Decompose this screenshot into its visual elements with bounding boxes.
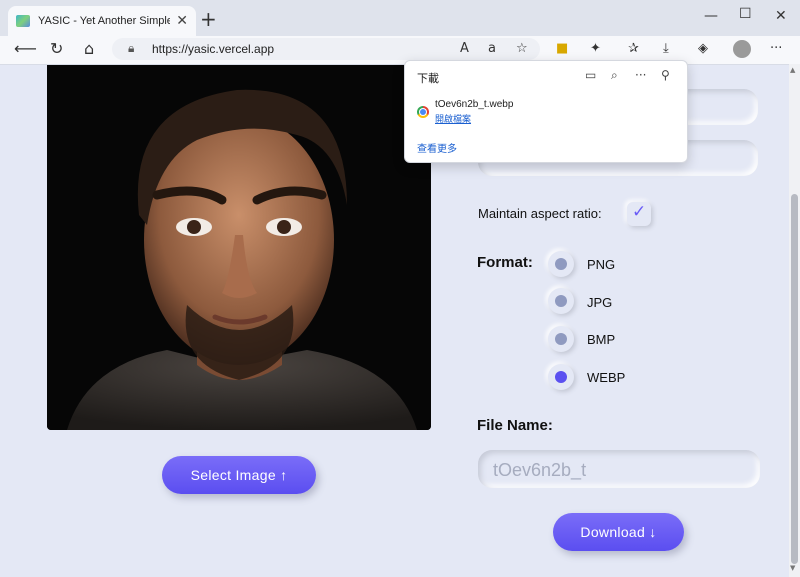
- open-file-link[interactable]: 開啟檔案: [435, 112, 471, 125]
- tab-title: YASIC - Yet Another Simple Imag: [38, 15, 171, 27]
- address-bar[interactable]: 🔒︎ https://yasic.vercel.app: [112, 38, 540, 60]
- see-more-link[interactable]: 查看更多: [417, 140, 457, 155]
- format-option-webp: WEBP: [587, 370, 626, 385]
- radio-dot: [555, 258, 567, 270]
- format-radio-png[interactable]: [548, 251, 574, 277]
- downloads-title: 下載: [417, 72, 439, 85]
- new-tab-button[interactable]: +: [200, 8, 217, 30]
- radio-dot: [555, 333, 567, 345]
- site-favicon-icon: [16, 15, 30, 27]
- format-option-jpg: JPG: [587, 295, 613, 310]
- open-folder-icon[interactable]: ▭: [585, 68, 596, 82]
- tab-close-icon[interactable]: ✕: [176, 13, 188, 29]
- radio-dot-selected: [555, 371, 567, 383]
- maximize-button[interactable]: ☐: [739, 6, 752, 22]
- format-label: Format:: [477, 254, 533, 271]
- format-option-png: PNG: [587, 257, 616, 272]
- portrait-image: [47, 65, 431, 430]
- format-radio-jpg[interactable]: [548, 288, 574, 314]
- more-menu-icon[interactable]: ···: [770, 41, 782, 56]
- format-radio-bmp[interactable]: [548, 326, 574, 352]
- format-radio-webp[interactable]: [548, 364, 574, 390]
- translate-icon[interactable]: a: [488, 41, 496, 56]
- url-text[interactable]: https://yasic.vercel.app: [152, 42, 274, 56]
- collections-icon[interactable]: ◈: [698, 41, 708, 56]
- scroll-up-icon[interactable]: ▲: [790, 66, 795, 74]
- download-file-name[interactable]: tOev6n2b_t.webp: [435, 99, 513, 110]
- browser-tab[interactable]: YASIC - Yet Another Simple Imag ✕: [8, 6, 196, 36]
- title-bar: YASIC - Yet Another Simple Imag ✕ + — ☐ …: [0, 0, 800, 36]
- format-option-bmp: BMP: [587, 332, 616, 347]
- downloads-icon[interactable]: ⤓: [663, 41, 669, 56]
- extension-icon[interactable]: ■: [556, 41, 568, 56]
- chrome-file-icon: [417, 106, 429, 118]
- downloads-flyout: 下載 ▭ ⌕ ··· ⚲ tOev6n2b_t.webp 開啟檔案 查看更多: [404, 60, 688, 163]
- more-options-icon[interactable]: ···: [635, 68, 646, 82]
- pin-icon[interactable]: ⚲: [661, 68, 670, 82]
- aspect-ratio-label: Maintain aspect ratio:: [478, 206, 602, 221]
- favorite-star-icon[interactable]: ☆: [516, 41, 528, 56]
- read-aloud-icon[interactable]: A: [460, 41, 469, 56]
- radio-dot: [555, 295, 567, 307]
- download-button[interactable]: Download ↓: [553, 513, 684, 551]
- file-name-label: File Name:: [477, 417, 553, 434]
- page-scrollbar[interactable]: ▲ ▼: [789, 64, 800, 577]
- scroll-down-icon[interactable]: ▼: [790, 564, 795, 572]
- close-window-button[interactable]: ✕: [775, 8, 787, 24]
- scrollbar-thumb[interactable]: [791, 194, 798, 564]
- back-icon[interactable]: ⟵: [14, 39, 37, 58]
- file-name-value: tOev6n2b_t: [493, 460, 587, 480]
- uploaded-image-preview: [47, 65, 431, 430]
- refresh-icon[interactable]: ↻: [50, 39, 63, 58]
- aspect-ratio-checkbox[interactable]: ✓: [627, 202, 651, 226]
- extensions-puzzle-icon[interactable]: ✦: [590, 41, 601, 56]
- checkmark-icon: ✓: [632, 202, 647, 222]
- home-icon[interactable]: ⌂: [84, 39, 94, 58]
- lock-icon[interactable]: 🔒︎: [128, 41, 134, 56]
- select-image-button[interactable]: Select Image ↑: [162, 456, 316, 494]
- profile-avatar[interactable]: [733, 40, 751, 58]
- favorites-icon[interactable]: ✰: [628, 41, 639, 56]
- minimize-button[interactable]: —: [704, 8, 718, 24]
- search-icon[interactable]: ⌕: [611, 68, 618, 83]
